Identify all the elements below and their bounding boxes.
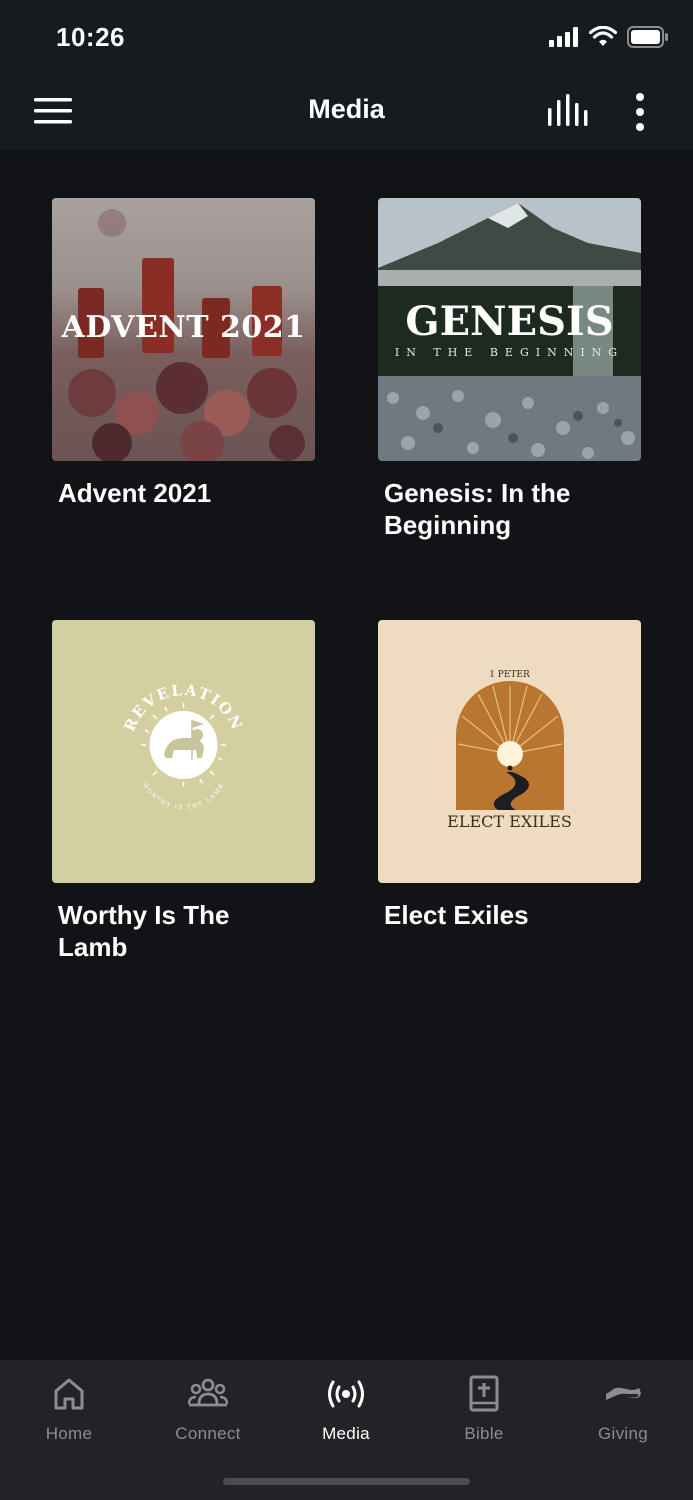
- tab-label: Media: [322, 1424, 370, 1443]
- cellular-signal-icon: [549, 27, 578, 47]
- tab-label: Connect: [175, 1424, 241, 1443]
- arch-sunrise-image: [456, 681, 564, 810]
- tab-bible[interactable]: Bible: [415, 1374, 553, 1444]
- advent-art-text: ADVENT 2021: [61, 310, 306, 345]
- giving-hand-icon: [606, 1387, 641, 1400]
- series-artwork[interactable]: GENESIS IN THE BEGINNING: [378, 198, 641, 461]
- genesis-art-title: GENESIS: [405, 298, 614, 345]
- status-icons: [549, 26, 669, 48]
- tab-label: Home: [45, 1424, 93, 1443]
- elect-exiles-art-subtext: 1 PETER: [489, 670, 530, 680]
- elect-exiles-art-text: ELECT EXILES: [447, 812, 572, 831]
- series-card-genesis[interactable]: GENESIS IN THE BEGINNING Genesis: In the…: [378, 198, 641, 541]
- series-title[interactable]: Genesis: In the Beginning: [378, 477, 584, 541]
- wifi-icon: [589, 26, 617, 46]
- lamb-emblem-icon: REVELATION WORTHY IS THE LAMB: [120, 681, 244, 812]
- tab-label: Bible: [464, 1424, 504, 1443]
- series-artwork[interactable]: ADVENT 2021: [52, 198, 315, 461]
- battery-icon: [627, 26, 668, 48]
- series-card-advent[interactable]: ADVENT 2021 Advent 2021: [52, 198, 315, 509]
- series-title[interactable]: Advent 2021: [52, 477, 258, 509]
- tab-connect[interactable]: Connect: [139, 1374, 277, 1444]
- series-title[interactable]: Elect Exiles: [378, 899, 584, 931]
- tab-giving[interactable]: Giving: [554, 1374, 692, 1444]
- series-title[interactable]: Worthy Is The Lamb: [52, 899, 258, 963]
- status-time: 10:26: [56, 22, 125, 52]
- vertical-dots-icon[interactable]: [628, 92, 652, 132]
- series-card-worthy-lamb[interactable]: REVELATION WORTHY IS THE LAMB Worthy Is …: [52, 620, 315, 963]
- house-icon: [54, 1378, 84, 1410]
- series-artwork[interactable]: 1 PETER ELECT EXILES: [378, 620, 641, 883]
- tab-label: Giving: [598, 1424, 648, 1443]
- people-icon: [188, 1378, 228, 1407]
- tab-media[interactable]: Media: [277, 1374, 415, 1444]
- page-title: Media: [308, 94, 385, 124]
- book-cross-icon: [469, 1375, 499, 1412]
- series-card-elect-exiles[interactable]: 1 PETER ELECT EXILES Elect Exiles: [378, 620, 641, 931]
- tab-home[interactable]: Home: [0, 1374, 138, 1444]
- broadcast-icon: [328, 1380, 364, 1408]
- genesis-art-subtitle: IN THE BEGINNING: [394, 346, 625, 359]
- home-indicator: [223, 1478, 470, 1485]
- equalizer-icon[interactable]: [546, 94, 588, 128]
- series-artwork[interactable]: REVELATION WORTHY IS THE LAMB: [52, 620, 315, 883]
- top-bar: 10:26 Media: [0, 0, 693, 150]
